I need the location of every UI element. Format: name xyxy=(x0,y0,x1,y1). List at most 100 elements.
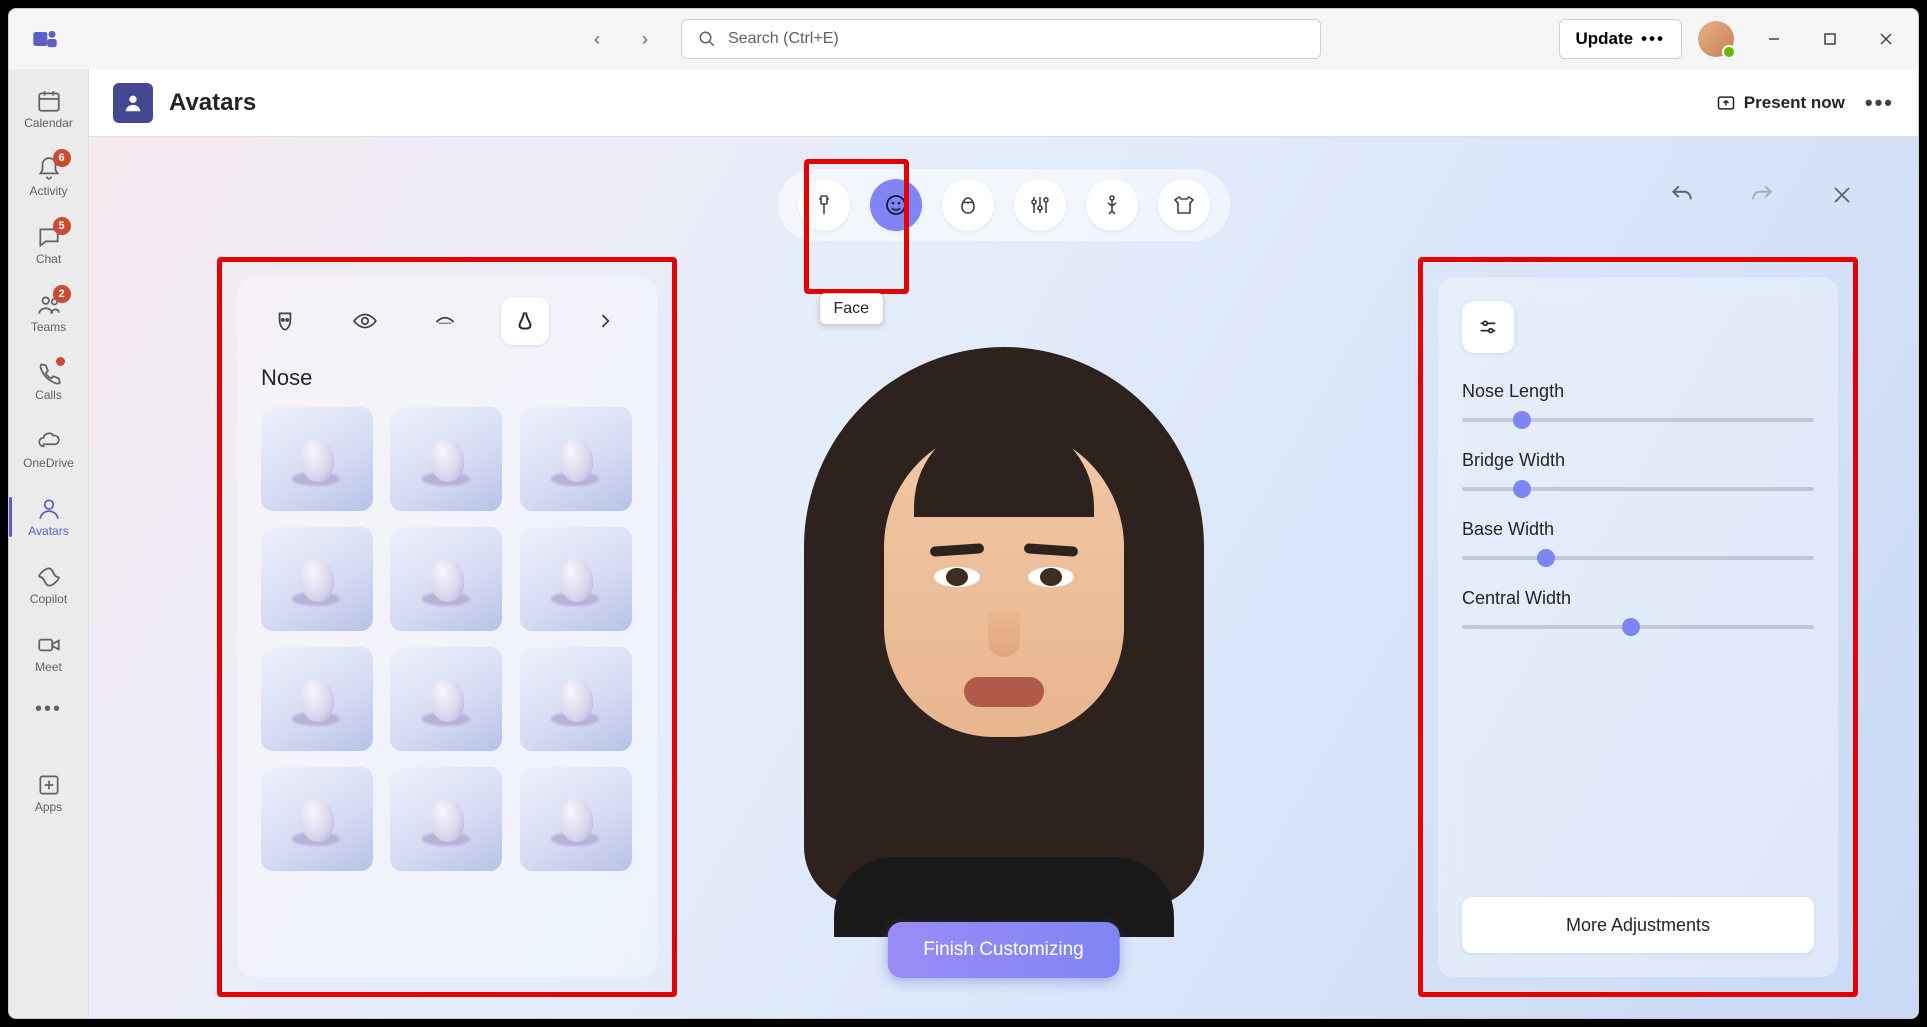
avatars-app-icon xyxy=(113,83,153,123)
category-figure[interactable] xyxy=(1086,179,1138,231)
rail-onedrive[interactable]: OneDrive xyxy=(15,417,83,481)
close-icon xyxy=(1830,183,1854,207)
feature-picker-panel: Nose xyxy=(237,277,657,977)
figure-icon xyxy=(1100,193,1124,217)
teams-badge: 2 xyxy=(53,285,71,303)
hair-icon xyxy=(956,193,980,217)
calls-dot xyxy=(56,357,65,366)
nav-forward-button[interactable]: › xyxy=(633,27,657,51)
slider-label: Bridge Width xyxy=(1462,450,1814,471)
slider-group: Central Width xyxy=(1462,588,1814,629)
ellipsis-icon: ••• xyxy=(35,698,62,721)
undo-button[interactable] xyxy=(1666,179,1698,211)
copilot-icon xyxy=(36,564,62,590)
tab-eyebrows[interactable] xyxy=(421,297,469,345)
avatar-editor-canvas: Face xyxy=(89,137,1918,1018)
nose-option-3[interactable] xyxy=(520,407,632,511)
eyebrow-icon xyxy=(432,308,458,334)
slider-label: Nose Length xyxy=(1462,381,1814,402)
slider-label: Base Width xyxy=(1462,519,1814,540)
slider-central-width[interactable] xyxy=(1462,625,1814,629)
slider-group: Nose Length xyxy=(1462,381,1814,422)
window-maximize-button[interactable] xyxy=(1806,19,1854,59)
slider-thumb[interactable] xyxy=(1537,549,1555,567)
avatar-preview xyxy=(754,317,1254,937)
rail-apps[interactable]: Apps xyxy=(15,761,83,825)
slider-group: Bridge Width xyxy=(1462,450,1814,491)
rail-calls[interactable]: Calls xyxy=(15,349,83,413)
shirt-icon xyxy=(1172,193,1196,217)
rail-copilot[interactable]: Copilot xyxy=(15,553,83,617)
chat-badge: 5 xyxy=(53,217,71,235)
page-title: Avatars xyxy=(169,89,256,117)
nose-option-9[interactable] xyxy=(520,647,632,751)
nav-back-button[interactable]: ‹ xyxy=(585,27,609,51)
avatar-icon xyxy=(36,496,62,522)
nose-option-1[interactable] xyxy=(261,407,373,511)
rail-activity[interactable]: 6 Activity xyxy=(15,145,83,209)
nose-option-12[interactable] xyxy=(520,767,632,871)
window-close-button[interactable] xyxy=(1862,19,1910,59)
search-input[interactable]: Search (Ctrl+E) xyxy=(681,19,1321,59)
slider-base-width[interactable] xyxy=(1462,556,1814,560)
video-icon xyxy=(36,632,62,658)
close-editor-button[interactable] xyxy=(1826,179,1858,211)
slider-thumb[interactable] xyxy=(1513,411,1531,429)
rail-calendar[interactable]: Calendar xyxy=(15,77,83,141)
slider-thumb[interactable] xyxy=(1622,618,1640,636)
cloud-icon xyxy=(36,428,62,454)
rail-more[interactable]: ••• xyxy=(15,689,83,729)
finish-customizing-button[interactable]: Finish Customizing xyxy=(887,922,1120,978)
more-adjustments-button[interactable]: More Adjustments xyxy=(1462,897,1814,953)
redo-button[interactable] xyxy=(1746,179,1778,211)
rail-meet[interactable]: Meet xyxy=(15,621,83,685)
nose-option-8[interactable] xyxy=(390,647,502,751)
activity-badge: 6 xyxy=(53,149,71,167)
tab-eyes[interactable] xyxy=(341,297,389,345)
search-placeholder: Search (Ctrl+E) xyxy=(728,30,839,48)
nose-option-11[interactable] xyxy=(390,767,502,871)
adjustments-icon-button[interactable] xyxy=(1462,301,1514,353)
adjustments-panel: Nose Length Bridge Width Base Width Central… xyxy=(1438,277,1838,977)
category-hair[interactable] xyxy=(942,179,994,231)
presence-available-icon xyxy=(1722,45,1736,59)
slider-bridge-width[interactable] xyxy=(1462,487,1814,491)
calendar-icon xyxy=(36,88,62,114)
slider-thumb[interactable] xyxy=(1513,480,1531,498)
present-now-button[interactable]: Present now xyxy=(1716,93,1845,113)
adjust-icon xyxy=(1477,316,1499,338)
rail-teams[interactable]: 2 Teams xyxy=(15,281,83,345)
slider-nose-length[interactable] xyxy=(1462,418,1814,422)
profile-avatar[interactable] xyxy=(1698,21,1734,57)
nose-option-4[interactable] xyxy=(261,527,373,631)
tab-more[interactable] xyxy=(581,297,629,345)
nose-option-10[interactable] xyxy=(261,767,373,871)
titlebar: ‹ › Search (Ctrl+E) Update ••• xyxy=(9,9,1918,69)
rail-chat[interactable]: 5 Chat xyxy=(15,213,83,277)
nose-option-5[interactable] xyxy=(390,527,502,631)
nose-option-2[interactable] xyxy=(390,407,502,511)
eye-icon xyxy=(352,308,378,334)
sliders-icon xyxy=(1028,193,1052,217)
update-button[interactable]: Update ••• xyxy=(1559,19,1682,59)
undo-icon xyxy=(1669,182,1695,208)
nav-arrows: ‹ › xyxy=(585,27,657,51)
nose-icon xyxy=(512,308,538,334)
ellipsis-icon: ••• xyxy=(1641,29,1665,49)
feature-title: Nose xyxy=(261,365,633,391)
nose-option-6[interactable] xyxy=(520,527,632,631)
window-minimize-button[interactable] xyxy=(1750,19,1798,59)
rail-avatars[interactable]: Avatars xyxy=(15,485,83,549)
category-wardrobe[interactable] xyxy=(1158,179,1210,231)
redo-icon xyxy=(1749,182,1775,208)
tab-nose[interactable] xyxy=(501,297,549,345)
side-rail: Calendar 6 Activity 5 Chat 2 Teams Calls xyxy=(9,69,89,1018)
body-icon xyxy=(812,193,836,217)
tab-face-shape[interactable] xyxy=(261,297,309,345)
chevron-right-icon xyxy=(595,311,615,331)
header-more-button[interactable]: ••• xyxy=(1865,90,1894,116)
nose-option-7[interactable] xyxy=(261,647,373,751)
category-face[interactable] xyxy=(870,179,922,231)
category-body[interactable] xyxy=(798,179,850,231)
category-appearance[interactable] xyxy=(1014,179,1066,231)
